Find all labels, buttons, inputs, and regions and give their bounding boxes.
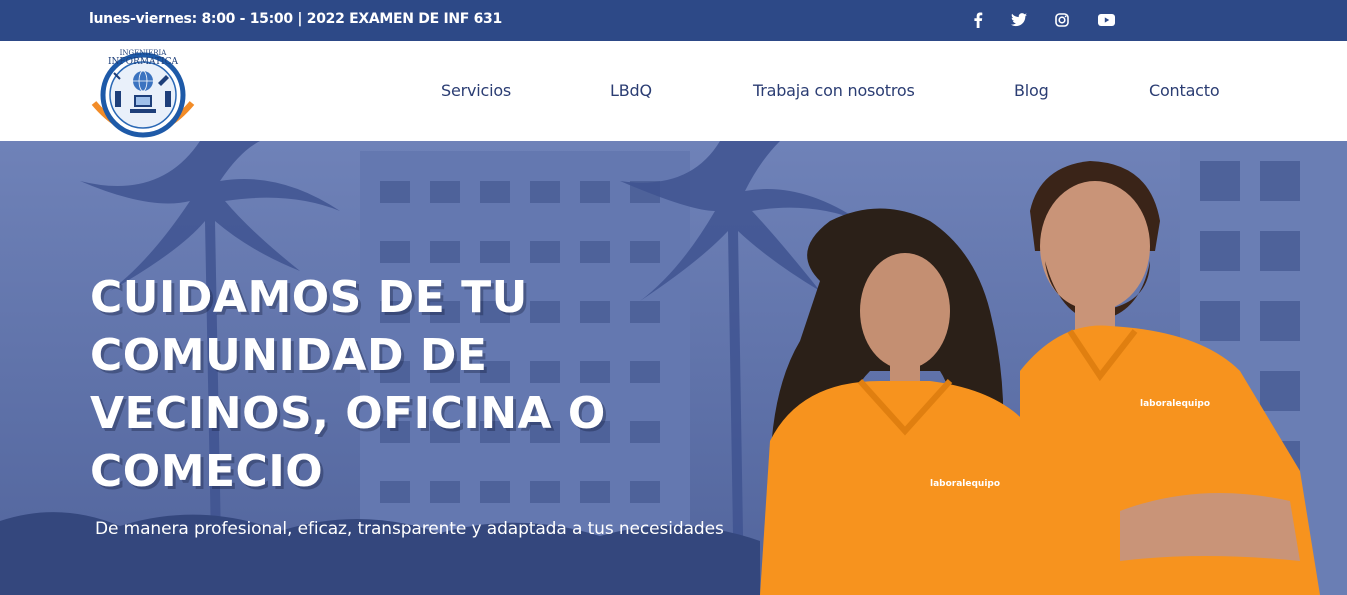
hero-title-line: COMUNIDAD DE	[90, 330, 488, 381]
facebook-icon[interactable]	[968, 11, 988, 29]
hero-title: CUIDAMOS DE TU COMUNIDAD DE VECINOS, OFI…	[90, 269, 710, 501]
woman-shirt-logo: laboralequipo	[930, 479, 1000, 489]
ingenieria-informatica-logo[interactable]: INGENIERIA INFORMATICA	[88, 43, 198, 141]
nav-lbdq[interactable]: LBdQ	[610, 81, 652, 100]
schedule-info-text: lunes-viernes: 8:00 - 15:00 | 2022 EXAME…	[89, 11, 502, 27]
hero-banner: laboralequipo laboralequipo CUIDAMOS DE …	[0, 141, 1347, 595]
main-header: INGENIERIA INFORMATICA Servicios LBdQ Tr…	[0, 41, 1347, 141]
hero-subtitle: De manera profesional, eficaz, transpare…	[95, 519, 724, 539]
nav-trabaja-con-nosotros[interactable]: Trabaja con nosotros	[753, 81, 915, 100]
hero-title-line: COMECIO	[90, 446, 324, 497]
nav-contacto[interactable]: Contacto	[1149, 81, 1220, 100]
logo-text-line1: INGENIERIA	[120, 49, 168, 57]
instagram-icon[interactable]	[1052, 11, 1072, 29]
youtube-icon[interactable]	[1096, 11, 1116, 29]
twitter-icon[interactable]	[1009, 11, 1029, 29]
nav-servicios[interactable]: Servicios	[441, 81, 511, 100]
nav-blog[interactable]: Blog	[1014, 81, 1049, 100]
logo-text-line2: INFORMATICA	[108, 57, 178, 67]
hero-title-line: CUIDAMOS DE TU	[90, 272, 528, 323]
top-info-bar: lunes-viernes: 8:00 - 15:00 | 2022 EXAME…	[0, 0, 1347, 41]
hero-title-line: VECINOS, OFICINA O	[90, 388, 606, 439]
man-shirt-logo: laboralequipo	[1140, 399, 1210, 409]
